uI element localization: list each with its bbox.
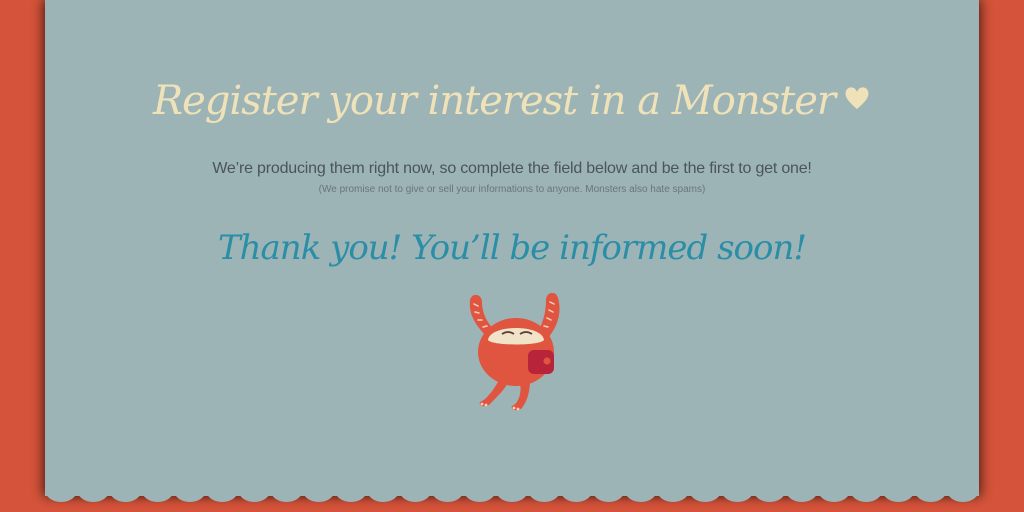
page: Register your interest in a Monster We’r… [0,0,1024,512]
page-headline: Register your interest in a Monster [45,78,979,124]
headline-text: Register your interest in a Monster [152,78,836,124]
confirmation-message: Thank you! You’ll be informed soon! [217,228,807,268]
heart-icon [843,76,871,122]
subheadline: We’re producing them right now, so compl… [212,160,812,177]
main-content: Register your interest in a Monster We’r… [45,0,979,496]
monster-mascot-icon [469,292,560,411]
privacy-note: (We promise not to give or sell your inf… [318,184,706,195]
